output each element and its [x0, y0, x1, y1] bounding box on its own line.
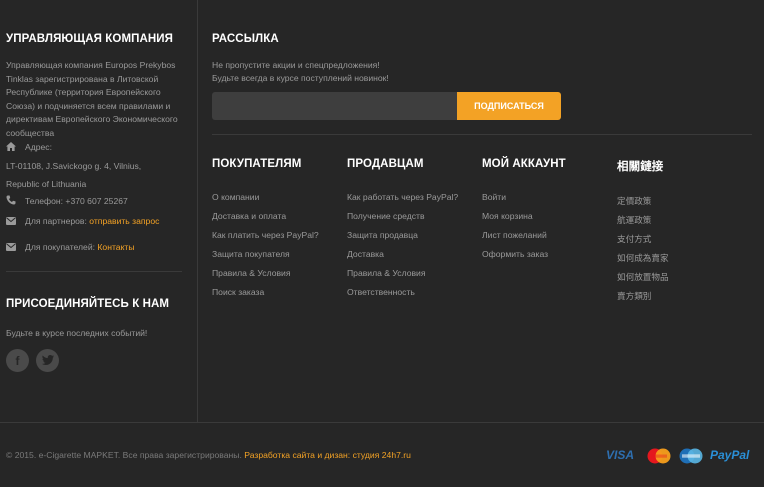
contacts-link[interactable]: Контакты [97, 242, 134, 252]
envelope-icon [6, 243, 16, 252]
menu-buyers: ПОКУПАТЕЛЯМ О компании Доставка и оплата… [212, 158, 319, 302]
home-icon [6, 142, 16, 151]
newsletter-line2: Будьте всегда в курсе поступлений новино… [212, 73, 389, 83]
menu-link[interactable]: Поиск заказа [212, 283, 319, 302]
newsletter-email-input[interactable] [212, 92, 457, 120]
menu-related-heading: 相關鏈接 [617, 161, 664, 173]
menu-link[interactable]: 航運政策 [617, 211, 669, 230]
left-divider [6, 271, 182, 272]
menu-link[interactable]: Моя корзина [482, 207, 566, 226]
cirrus-icon [679, 448, 703, 464]
partners-request-link[interactable]: отправить запрос [89, 216, 159, 226]
join-text: Будьте в курсе последних событий! [6, 328, 148, 338]
address-row: Адрес: [6, 142, 52, 152]
menu-link[interactable]: 定價政策 [617, 192, 669, 211]
menu-related-links: 相關鏈接 定價政策 航運政策 支付方式 如何成為賣家 如何放置物品 賣方類別 [617, 158, 669, 306]
paypal-logo: PayPal [710, 446, 749, 464]
address-label: Адрес: [25, 142, 52, 152]
mastercard-icon [647, 448, 671, 464]
menu-link[interactable]: Доставка и оплата [212, 207, 319, 226]
menu-link[interactable]: Правила & Условия [212, 264, 319, 283]
developer-credit-link[interactable]: Разработка сайта и дизан: студия 24h7.ru [244, 450, 411, 460]
menu-buyers-heading: ПОКУПАТЕЛЯМ [212, 158, 302, 170]
mastercard-logo [647, 447, 671, 465]
twitter-button[interactable] [36, 349, 59, 372]
cirrus-logo [679, 447, 703, 465]
newsletter-heading: РАССЫЛКА [212, 33, 279, 45]
company-description: Управляющая компания Europos Prekybos Ti… [6, 60, 178, 138]
phone-text: Телефон: +370 607 25267 [25, 196, 128, 206]
menu-link[interactable]: Оформить заказ [482, 245, 566, 264]
menu-link[interactable]: Защита продавца [347, 226, 458, 245]
footer-divider [0, 422, 764, 423]
menu-link[interactable]: 賣方類別 [617, 287, 669, 306]
menu-account: МОЙ АККАУНТ Войти Моя корзина Лист пожел… [482, 158, 566, 264]
visa-icon: VISA [606, 448, 635, 462]
address-line1: LT-01108, J.Savickogo g. 4, Vilnius, [6, 161, 142, 171]
buyers-row: Для покупателей: Контакты [6, 242, 135, 252]
phone-icon [6, 195, 16, 205]
menu-link[interactable]: О компании [212, 188, 319, 207]
menu-link[interactable]: Защита покупателя [212, 245, 319, 264]
menu-link[interactable]: 支付方式 [617, 230, 669, 249]
menu-account-heading: МОЙ АККАУНТ [482, 158, 566, 170]
buyers-label: Для покупателей: [25, 242, 96, 252]
twitter-icon [41, 352, 54, 370]
menu-link[interactable]: 如何放置物品 [617, 268, 669, 287]
join-heading: ПРИСОЕДИНЯЙТЕСЬ К НАМ [6, 298, 170, 310]
menu-link[interactable]: Ответственность [347, 283, 458, 302]
menu-link[interactable]: Как работать через PayPal? [347, 188, 458, 207]
partners-row: Для партнеров: отправить запрос [6, 216, 159, 226]
menu-link[interactable]: Лист пожеланий [482, 226, 566, 245]
envelope-icon [6, 217, 16, 226]
paypal-icon: PayPal [710, 448, 750, 462]
subscribe-button[interactable]: ПОДПИСАТЬСЯ [457, 92, 561, 120]
menu-link[interactable]: Доставка [347, 245, 458, 264]
menu-link[interactable]: Как платить через PayPal? [212, 226, 319, 245]
menu-link[interactable]: Получение средств [347, 207, 458, 226]
address-line2: Republic of Lithuania [6, 179, 87, 189]
facebook-button[interactable]: f [6, 349, 29, 372]
company-heading: УПРАВЛЯЮЩАЯ КОМПАНИЯ [6, 33, 174, 45]
menu-sellers: ПРОДАВЦАМ Как работать через PayPal? Пол… [347, 158, 458, 302]
newsletter-line1: Не пропустите акции и спецпредложения! [212, 60, 380, 70]
visa-logo: VISA [606, 446, 634, 464]
newsletter-divider [212, 134, 752, 135]
facebook-icon: f [15, 353, 20, 368]
partners-label: Для партнеров: [25, 216, 87, 226]
copyright: © 2015. e-Cigarette MAPKET. Все права за… [6, 450, 411, 460]
menu-link[interactable]: Правила & Условия [347, 264, 458, 283]
menu-sellers-heading: ПРОДАВЦАМ [347, 158, 424, 170]
menu-link[interactable]: Войти [482, 188, 566, 207]
copyright-text: © 2015. e-Cigarette MAPKET. Все права за… [6, 450, 242, 460]
menu-link[interactable]: 如何成為賣家 [617, 249, 669, 268]
phone-row: Телефон: +370 607 25267 [6, 195, 128, 206]
